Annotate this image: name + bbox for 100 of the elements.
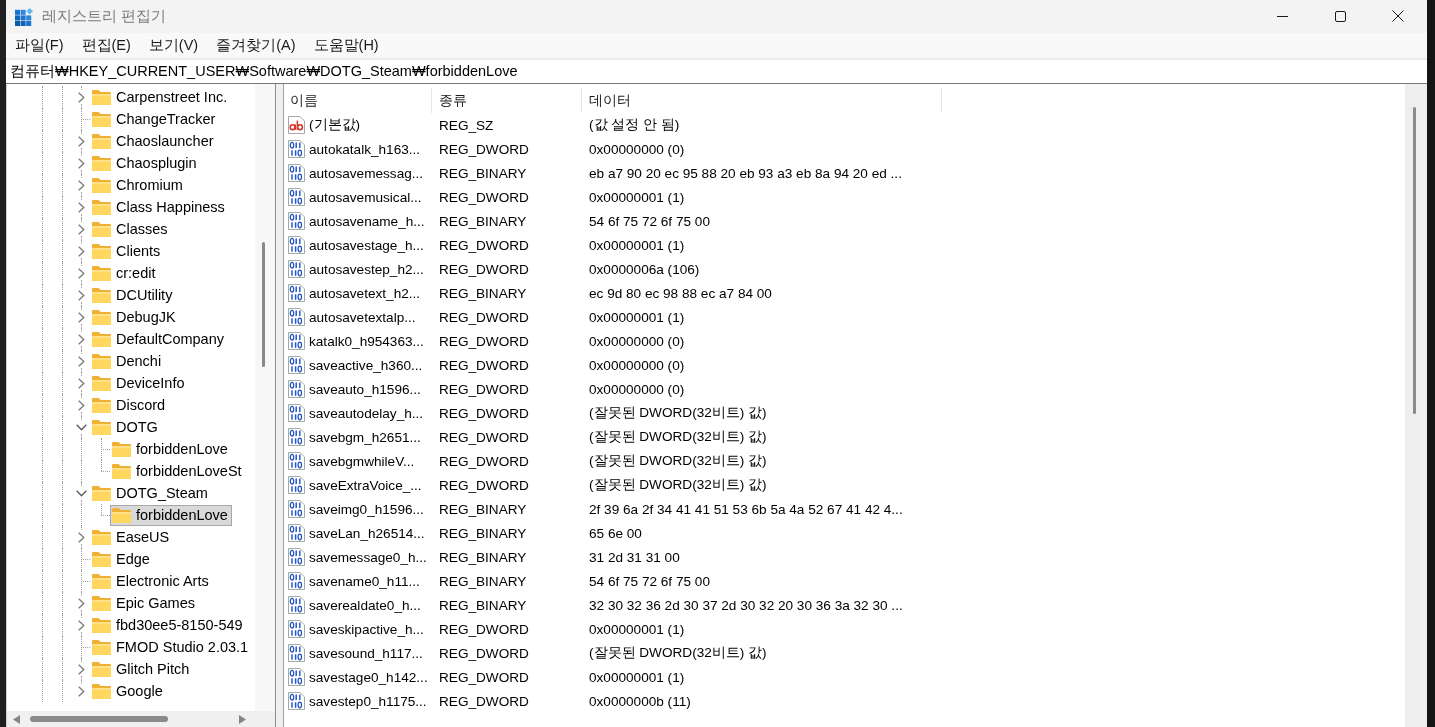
tree-item[interactable]: forbiddenLove <box>110 504 232 526</box>
value-data: (잘못된 DWORD(32비트) 값) <box>589 453 767 468</box>
tree-item[interactable]: DebugJK <box>90 306 180 328</box>
chevron-right-icon[interactable] <box>77 157 85 169</box>
tree-item[interactable]: DeviceInfo <box>90 372 189 394</box>
tree-item[interactable]: DOTG <box>90 416 162 438</box>
chevron-right-icon[interactable] <box>77 355 85 367</box>
value-name[interactable]: saveautodelay_h... <box>309 405 424 421</box>
chevron-right-icon[interactable] <box>77 201 85 213</box>
chevron-right-icon[interactable] <box>77 663 85 675</box>
chevron-right-icon[interactable] <box>77 597 85 609</box>
folder-icon <box>92 177 111 193</box>
scrollbar-thumb[interactable] <box>262 242 265 367</box>
value-type: REG_DWORD <box>439 357 529 373</box>
folder-icon <box>92 485 111 501</box>
tree-item[interactable]: Glitch Pitch <box>90 658 194 680</box>
value-name[interactable]: autosavestage_h... <box>309 237 424 253</box>
scroll-left-icon[interactable] <box>13 714 20 724</box>
binary-value-icon <box>287 596 305 614</box>
tree-item[interactable]: Epic Games <box>90 592 199 614</box>
maximize-icon <box>1334 10 1346 22</box>
value-type: REG_BINARY <box>439 597 527 613</box>
value-type: REG_BINARY <box>439 213 527 229</box>
chevron-down-icon[interactable] <box>75 489 87 497</box>
tree-item[interactable]: Carpenstreet Inc. <box>90 86 232 108</box>
tree-item[interactable]: EaseUS <box>90 526 174 548</box>
tree-item[interactable]: Google <box>90 680 167 702</box>
value-name[interactable]: saveactive_h360... <box>309 357 423 373</box>
value-name[interactable]: savebgmwhileV... <box>309 453 415 469</box>
menu-item[interactable]: 파일(F) <box>6 34 73 57</box>
chevron-right-icon[interactable] <box>77 685 85 697</box>
scroll-right-icon[interactable] <box>239 714 246 724</box>
value-name[interactable]: autosavename_h... <box>309 213 425 229</box>
chevron-right-icon[interactable] <box>77 311 85 323</box>
chevron-right-icon[interactable] <box>77 223 85 235</box>
chevron-right-icon[interactable] <box>77 179 85 191</box>
value-name[interactable]: saverealdate0_h... <box>309 597 421 613</box>
tree-item[interactable]: cr:edit <box>90 262 160 284</box>
chevron-right-icon[interactable] <box>77 91 85 103</box>
value-name[interactable]: savebgm_h2651... <box>309 429 421 445</box>
chevron-right-icon[interactable] <box>77 289 85 301</box>
value-name[interactable]: saveskipactive_h... <box>309 621 424 637</box>
value-name[interactable]: katalk0_h954363... <box>309 333 424 349</box>
scrollbar-thumb[interactable] <box>30 716 168 722</box>
tree-item[interactable]: Discord <box>90 394 170 416</box>
tree-item[interactable]: Denchi <box>90 350 166 372</box>
chevron-right-icon[interactable] <box>77 531 85 543</box>
value-name[interactable]: savemessage0_h... <box>309 549 427 565</box>
cube-grid-icon <box>15 7 33 26</box>
value-name[interactable]: autokatalk_h163... <box>309 141 421 157</box>
value-name[interactable]: savename0_h11... <box>309 573 420 589</box>
folder-icon <box>92 265 111 281</box>
address-field[interactable]: 컴퓨터₩HKEY_CURRENT_USER₩Software₩DOTG_Steam₩forbiddenLove <box>6 60 1427 84</box>
value-name[interactable]: saveimg0_h1596... <box>309 501 424 517</box>
value-name[interactable]: autosavemusical... <box>309 189 422 205</box>
value-type: REG_DWORD <box>439 645 529 661</box>
menu-item[interactable]: 편집(E) <box>72 34 140 57</box>
chevron-right-icon[interactable] <box>77 267 85 279</box>
value-type: REG_DWORD <box>439 429 529 445</box>
tree-item[interactable]: FMOD Studio 2.03.1 <box>90 636 253 658</box>
menu-item[interactable]: 보기(V) <box>139 34 208 57</box>
tree-item[interactable]: Class Happiness <box>90 196 229 218</box>
tree-item[interactable]: Chromium <box>90 174 187 196</box>
chevron-right-icon[interactable] <box>77 333 85 345</box>
tree-item[interactable]: Edge <box>90 548 154 570</box>
tree-item[interactable]: DefaultCompany <box>90 328 228 350</box>
menu-item[interactable]: 즐겨찾기(A) <box>207 34 305 57</box>
chevron-right-icon[interactable] <box>77 135 85 147</box>
value-name[interactable]: saveExtraVoice_... <box>309 477 422 493</box>
value-name[interactable]: savesound_h117... <box>309 645 423 661</box>
tree-item[interactable]: Clients <box>90 240 165 262</box>
tree-item[interactable]: forbiddenLove <box>110 438 232 460</box>
tree-item[interactable]: ChangeTracker <box>90 108 220 130</box>
scrollbar-thumb[interactable] <box>1413 107 1416 414</box>
tree-item[interactable]: Classes <box>90 218 172 240</box>
value-name[interactable]: savestep0_h1175... <box>309 693 427 709</box>
tree-item[interactable]: DCUtility <box>90 284 177 306</box>
chevron-right-icon[interactable] <box>77 377 85 389</box>
chevron-right-icon[interactable] <box>77 619 85 631</box>
value-name[interactable]: (기본값) <box>309 116 361 134</box>
value-name[interactable]: autosavestep_h2... <box>309 261 424 277</box>
tree-item[interactable]: Chaoslauncher <box>90 130 218 152</box>
chevron-right-icon[interactable] <box>77 399 85 411</box>
value-name[interactable]: savestage0_h142... <box>309 669 428 685</box>
window-title: 레지스트리 편집기 <box>42 7 167 26</box>
tree-item[interactable]: forbiddenLoveSt <box>110 460 246 482</box>
chevron-down-icon[interactable] <box>75 423 87 431</box>
menu-item[interactable]: 도움말(H) <box>304 34 388 57</box>
value-name[interactable]: saveauto_h1596... <box>309 381 421 397</box>
tree-item[interactable]: fbd30ee5-8150-549 <box>90 614 247 636</box>
tree-item[interactable]: DOTG_Steam <box>90 482 212 504</box>
tree-item[interactable]: Electronic Arts <box>90 570 213 592</box>
value-name[interactable]: saveLan_h26514... <box>309 525 425 541</box>
chevron-right-icon[interactable] <box>77 245 85 257</box>
tree-item[interactable]: Chaosplugin <box>90 152 201 174</box>
value-name[interactable]: autosavetext_h2... <box>309 285 421 301</box>
value-name[interactable]: autosavemessag... <box>309 165 424 181</box>
value-type: REG_DWORD <box>439 309 529 325</box>
binary-value-icon <box>287 692 305 710</box>
value-name[interactable]: autosavetextalp... <box>309 309 416 325</box>
